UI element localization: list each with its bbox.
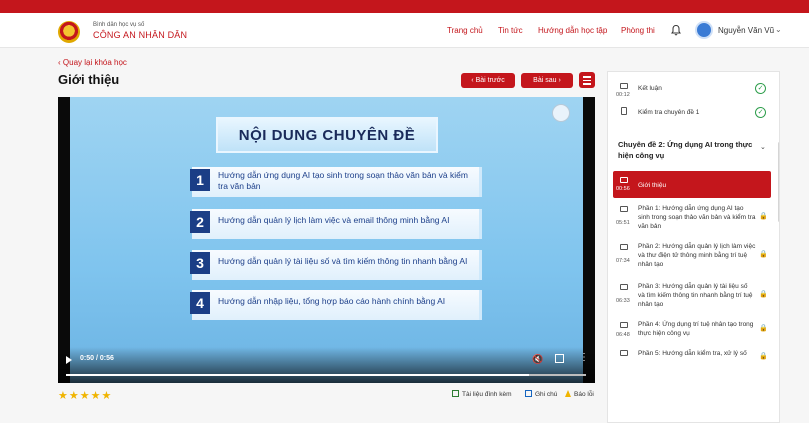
next-label: Bài sau <box>533 77 557 84</box>
slide-item-number: 1 <box>190 169 210 191</box>
lesson-duration: 06:48 <box>616 332 630 338</box>
slide-item-number: 4 <box>190 292 210 314</box>
prev-label: Bài trước <box>475 77 505 84</box>
nav-exam-room[interactable]: Phòng thi <box>621 26 655 35</box>
video-lesson-icon <box>620 284 628 290</box>
report-label: Báo lỗi <box>574 391 594 398</box>
prev-lesson-button[interactable]: ‹ Bài trước <box>461 73 515 88</box>
site-header: Bình dân học vụ số CÔNG AN NHÂN DÂN Tran… <box>0 13 809 48</box>
video-player[interactable]: NỘI DUNG CHUYÊN ĐỀ 1 Hướng dẫn ứng dụng … <box>58 97 595 383</box>
video-lesson-icon <box>620 83 628 89</box>
attachments-link[interactable]: Tài liệu đính kèm <box>452 390 512 398</box>
video-lesson-icon <box>620 244 628 250</box>
video-lesson-icon <box>620 322 628 328</box>
lock-icon: 🔒 <box>759 291 768 298</box>
slide-item-number: 2 <box>190 211 210 233</box>
lesson-title: Giới thiệu <box>638 182 667 189</box>
attachments-label: Tài liệu đính kèm <box>462 391 512 398</box>
bell-icon[interactable] <box>670 24 682 36</box>
lock-icon: 🔒 <box>759 325 768 332</box>
sidebar-scrollbar[interactable] <box>778 142 779 222</box>
slide-title-box: NỘI DUNG CHUYÊN ĐỀ <box>216 117 438 153</box>
lesson-title: Kiểm tra chuyên đề 1 <box>638 109 700 116</box>
slide-title: NỘI DUNG CHUYÊN ĐỀ <box>238 127 416 144</box>
check-circle-icon: ✓ <box>755 83 766 94</box>
lesson-title: Phần 1: Hướng dẫn ứng dụng AI tạo sinh t… <box>638 205 756 230</box>
slide-item-number: 3 <box>190 252 210 274</box>
slide-item-text: Hướng dẫn nhập liệu, tổng hợp báo cáo hà… <box>218 296 446 306</box>
slide-item-text: Hướng dẫn quản lý lịch làm việc và email… <box>218 215 450 225</box>
video-lesson-icon <box>620 177 628 183</box>
lesson-title: Phần 2: Hướng dẫn quản lý lịch làm việc … <box>638 243 756 268</box>
lesson-sidebar: 00:12 Kết luận ✓ Kiểm tra chuyên đề 1 ✓ … <box>607 71 780 423</box>
quiz-icon <box>621 107 627 115</box>
lesson-title: Phần 4: Ứng dụng trí tuệ nhân tạo trong … <box>638 321 754 337</box>
lesson-duration: 00:12 <box>616 92 630 98</box>
video-lesson-icon <box>620 350 628 356</box>
chevron-down-icon[interactable]: ⌄ <box>760 143 766 151</box>
lesson-duration: 00:56 <box>616 186 630 192</box>
check-circle-icon: ✓ <box>755 107 766 118</box>
lesson-title: Phần 3: Hướng dẫn quản lý tài liệu số và… <box>638 283 753 308</box>
video-time: 0:50 / 0:56 <box>80 355 114 362</box>
video-frame: NỘI DUNG CHUYÊN ĐỀ 1 Hướng dẫn ứng dụng … <box>70 97 583 383</box>
back-link-label: Quay lại khóa học <box>62 58 127 67</box>
notes-label: Ghi chú <box>535 391 558 398</box>
edit-note-icon <box>525 390 532 397</box>
slide-item-text: Hướng dẫn quản lý tài liệu số và tìm kiế… <box>218 256 468 266</box>
nav-news[interactable]: Tin tức <box>498 26 523 35</box>
slide-item: 2 Hướng dẫn quản lý lịch làm việc và ema… <box>190 209 482 239</box>
watermark-emblem-icon <box>552 104 570 122</box>
volume-muted-icon[interactable]: 🔇 <box>532 354 543 364</box>
book-icon <box>452 390 459 397</box>
top-accent-bar <box>0 0 809 13</box>
avatar[interactable] <box>695 21 713 39</box>
video-progress-bar[interactable] <box>66 374 586 376</box>
next-lesson-button[interactable]: Bài sau › <box>521 73 573 88</box>
fullscreen-icon[interactable] <box>555 354 564 363</box>
video-controls: 0:50 / 0:56 🔇 ⋮ <box>58 347 595 383</box>
menu-icon[interactable] <box>579 72 595 88</box>
more-options-icon[interactable]: ⋮ <box>579 353 589 363</box>
notes-link[interactable]: Ghi chú <box>525 390 557 398</box>
brand-title[interactable]: CÔNG AN NHÂN DÂN <box>93 30 187 40</box>
nav-home[interactable]: Trang chủ <box>447 26 483 35</box>
user-name[interactable]: Nguyễn Văn Vũ <box>718 26 774 35</box>
slide-item: 4 Hướng dẫn nhập liệu, tổng hợp báo cáo … <box>190 290 482 320</box>
slide-item: 1 Hướng dẫn ứng dụng AI tạo sinh trong s… <box>190 167 482 197</box>
active-lesson-highlight <box>613 171 771 198</box>
lock-icon: 🔒 <box>759 251 768 258</box>
slide-item: 3 Hướng dẫn quản lý tài liệu số và tìm k… <box>190 250 482 280</box>
warning-icon <box>565 390 571 397</box>
back-to-course-link[interactable]: ‹ Quay lại khóa học <box>58 58 127 67</box>
lock-icon: 🔒 <box>759 353 768 360</box>
lock-icon: 🔒 <box>759 213 768 220</box>
brand-subtitle: Bình dân học vụ số <box>93 22 145 28</box>
report-error-link[interactable]: Báo lỗi <box>565 390 594 398</box>
lesson-duration: 07:34 <box>616 258 630 264</box>
lesson-duration: 05:51 <box>616 220 630 226</box>
police-emblem-logo[interactable] <box>58 21 80 43</box>
lesson-title: Phần 5: Hướng dẫn kiểm tra, xử lý số <box>638 350 747 357</box>
lesson-title: Kết luận <box>638 85 662 92</box>
video-progress-fill <box>66 374 529 376</box>
rating-stars[interactable]: ★★★★★ <box>58 389 112 402</box>
play-icon[interactable] <box>66 356 72 364</box>
slide-item-text: Hướng dẫn ứng dụng AI tạo sinh trong soạ… <box>218 170 468 191</box>
page-title: Giới thiệu <box>58 72 120 87</box>
lesson-duration: 06:33 <box>616 298 630 304</box>
nav-study-guide[interactable]: Hướng dẫn học tập <box>538 26 607 35</box>
video-lesson-icon <box>620 206 628 212</box>
chevron-down-icon[interactable]: ⌄ <box>775 25 782 34</box>
chapter-title[interactable]: Chuyên đề 2: Ứng dụng AI trong thực hiện… <box>618 139 758 161</box>
